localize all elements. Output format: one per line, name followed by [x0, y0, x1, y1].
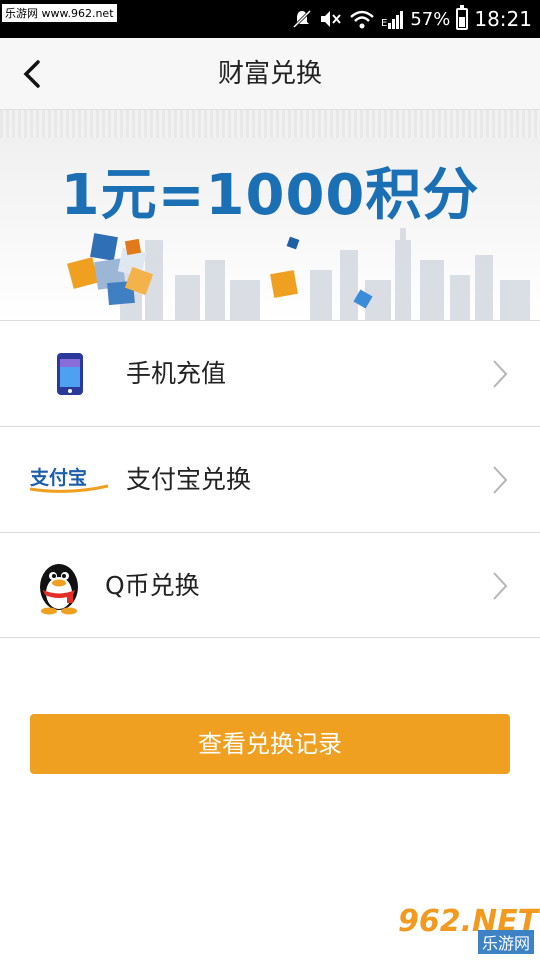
status-icons: E 57% 18:21 — [291, 0, 532, 38]
clock: 18:21 — [474, 7, 532, 31]
chevron-right-icon — [493, 466, 508, 494]
wifi-icon — [349, 8, 375, 30]
banner-headline: 1元=1000积分 — [60, 163, 480, 228]
chevron-right-icon — [493, 572, 508, 600]
chevron-right-icon — [493, 360, 508, 388]
list-item-label: 支付宝兑换 — [126, 465, 252, 494]
status-watermark: 乐游网 www.962.net — [2, 4, 117, 22]
list-item-label: Q币兑换 — [105, 571, 200, 600]
site-watermark: 962.NET 乐游网 — [398, 904, 538, 954]
battery-fill — [459, 16, 466, 27]
svg-text:支付宝: 支付宝 — [29, 466, 87, 489]
battery-icon — [456, 5, 469, 30]
view-exchange-records-button[interactable]: 查看兑换记录 — [30, 714, 510, 774]
promo-banner: 1元=1000积分 — [0, 110, 540, 320]
list-item-alipay[interactable]: 支付宝 支付宝兑换 — [0, 426, 540, 532]
status-bar: 乐游网 www.962.net E 57% 18:21 — [0, 0, 540, 38]
volume-off-icon — [319, 8, 343, 30]
mute-icon — [291, 8, 313, 30]
title-bar: 财富兑换 — [0, 38, 540, 110]
list-item-label: 手机充值 — [126, 359, 227, 388]
signal-icon: E — [381, 9, 404, 29]
exchange-options-list: 手机充值 支付宝 支付宝兑换 Q币兑换 — [0, 320, 540, 638]
page-title: 财富兑换 — [217, 59, 322, 89]
watermark-site-name: 乐游网 — [477, 930, 534, 954]
network-label: E — [381, 18, 388, 29]
phone-icon — [52, 321, 88, 427]
alipay-logo: 支付宝 — [28, 427, 110, 533]
list-item-phone-recharge[interactable]: 手机充值 — [0, 320, 540, 426]
list-item-qcoin[interactable]: Q币兑换 — [0, 532, 540, 638]
qq-penguin-icon — [32, 533, 86, 639]
battery-percent: 57% — [410, 8, 451, 30]
